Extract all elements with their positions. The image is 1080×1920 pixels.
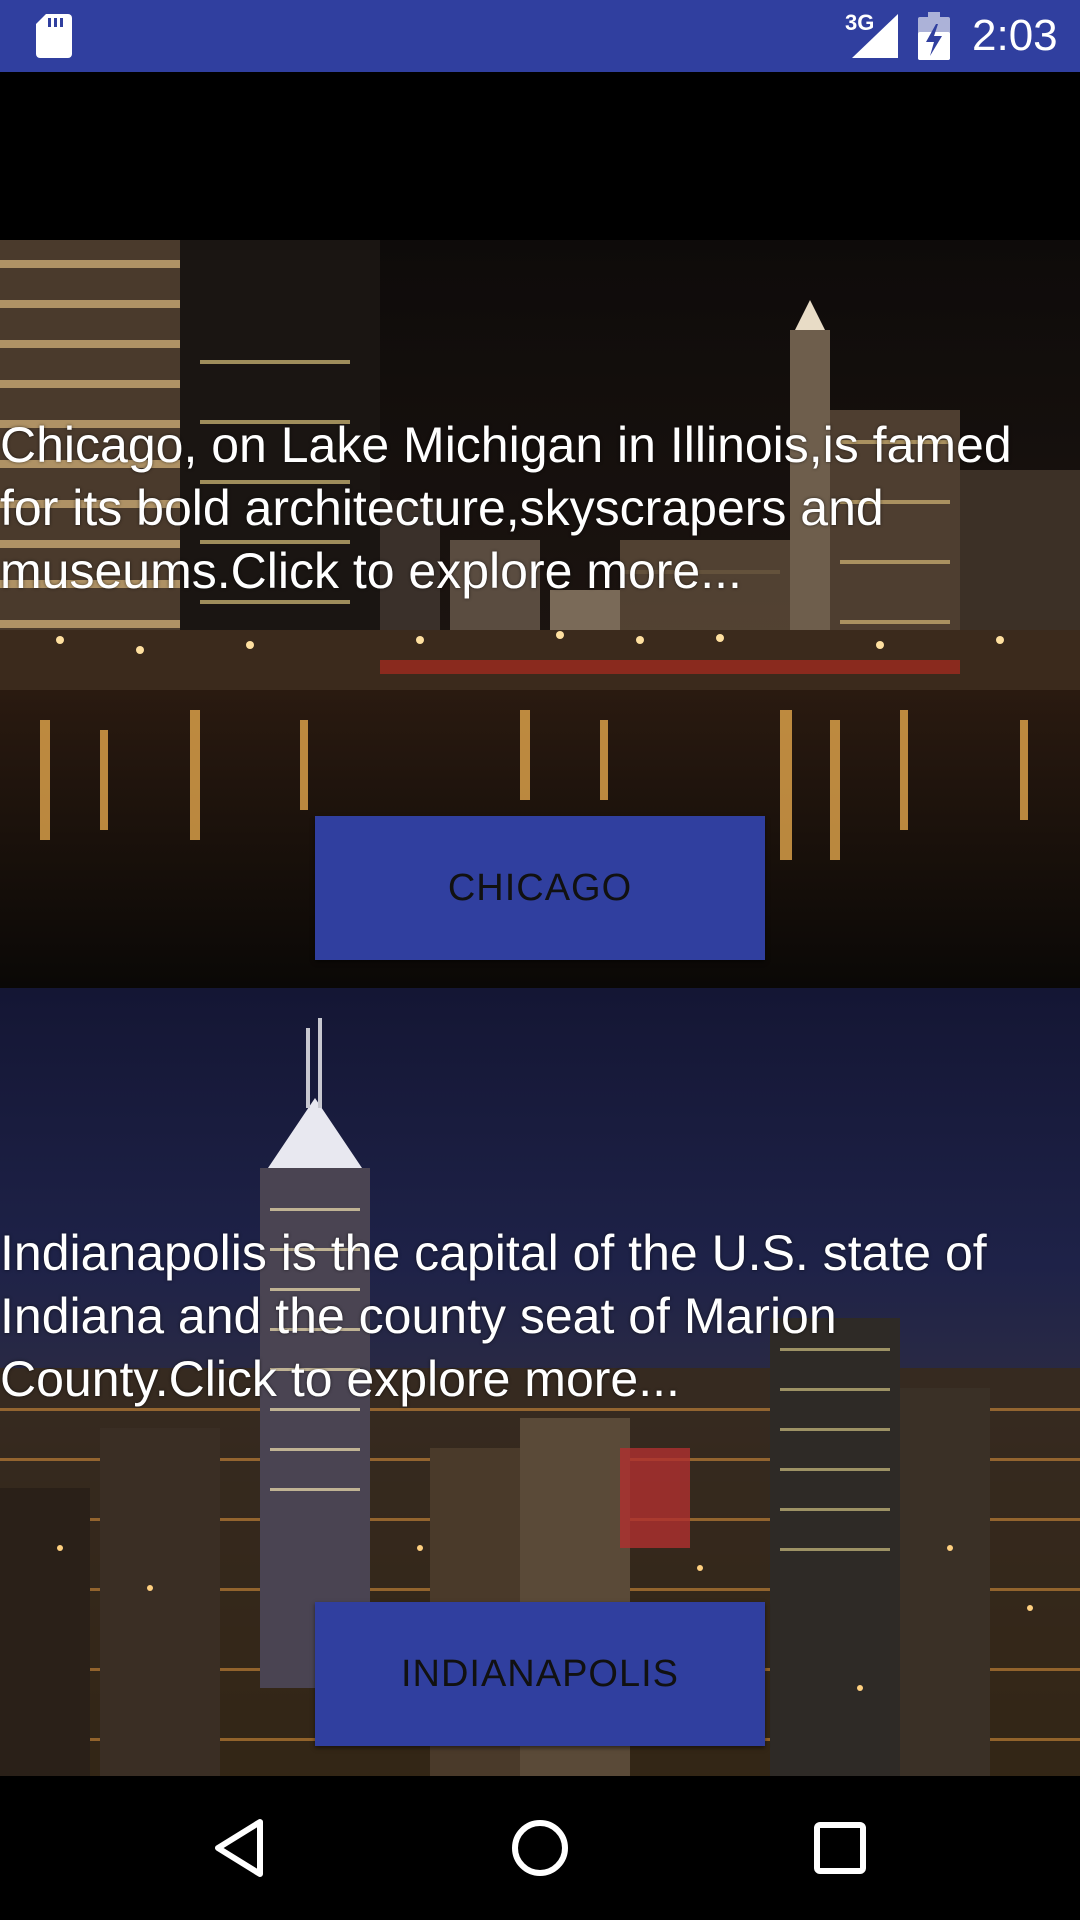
city-card-indianapolis[interactable]: Indianapolis is the capital of the U.S. …: [0, 988, 1080, 1776]
chicago-button[interactable]: CHICAGO: [315, 816, 765, 960]
battery-charging-icon: [918, 12, 950, 60]
chicago-description: Chicago, on Lake Michigan in Illinois,is…: [0, 417, 1012, 599]
recents-icon[interactable]: [800, 1808, 880, 1888]
clock: 2:03: [972, 11, 1058, 60]
navigation-bar: [0, 1776, 1080, 1920]
indianapolis-button[interactable]: INDIANAPOLIS: [315, 1602, 765, 1746]
home-icon[interactable]: [500, 1808, 580, 1888]
city-card-chicago[interactable]: Chicago, on Lake Michigan in Illinois,is…: [0, 240, 1080, 988]
back-icon[interactable]: [200, 1808, 280, 1888]
status-bar: 3G 2:03: [0, 0, 1080, 74]
top-spacer: [0, 72, 1080, 240]
cell-signal-icon: [852, 14, 898, 58]
indianapolis-description: Indianapolis is the capital of the U.S. …: [0, 1225, 987, 1407]
sd-card-icon: [36, 14, 72, 58]
